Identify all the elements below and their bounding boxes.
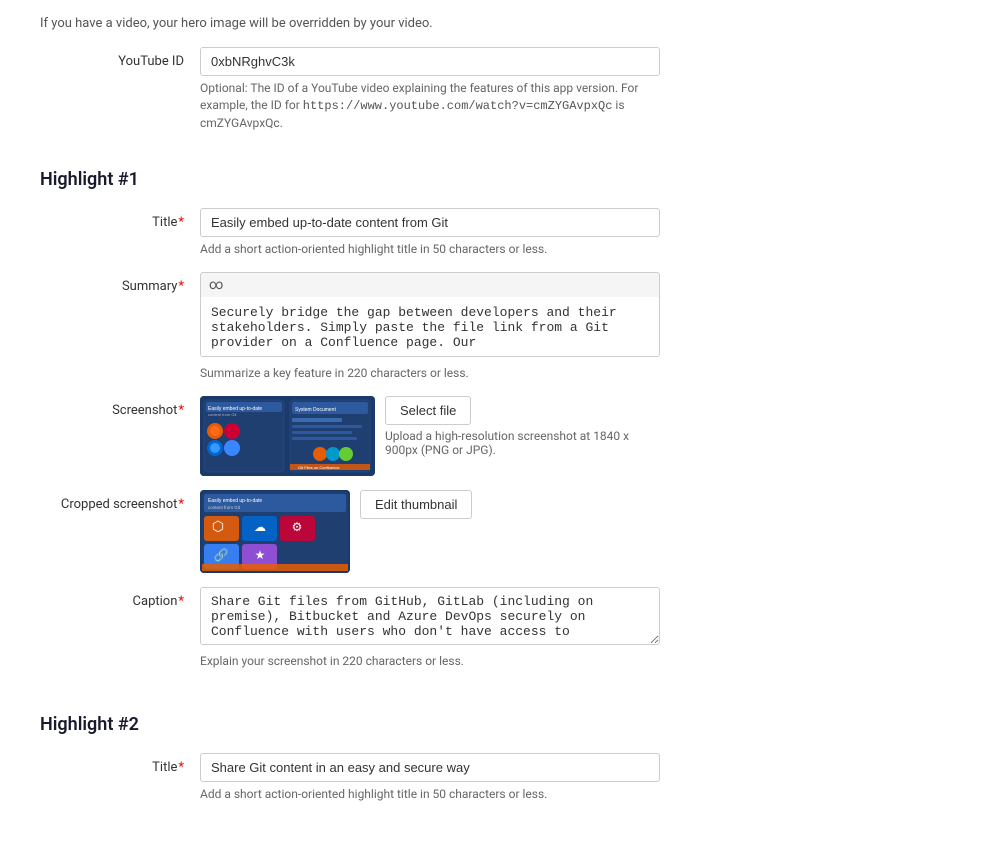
svg-text:⚙: ⚙: [292, 520, 303, 534]
highlight1-summary-label: Summary*: [40, 272, 200, 294]
highlight2-title-label: Title*: [40, 753, 200, 775]
top-notice: If you have a video, your hero image wil…: [40, 16, 959, 31]
highlight1-screenshot-label: Screenshot*: [40, 396, 200, 418]
svg-text:⬡: ⬡: [212, 519, 224, 535]
svg-text:content from Git: content from Git: [208, 505, 241, 510]
highlight1-title-input[interactable]: [200, 208, 660, 237]
screenshot-controls: Select file Upload a high-resolution scr…: [385, 396, 660, 457]
highlight1-cropped-content: Easily embed up-to-date content from Git…: [200, 490, 660, 573]
youtube-id-content: Optional: The ID of a YouTube video expl…: [200, 47, 660, 131]
highlight1-caption-textarea[interactable]: Share Git files from GitHub, GitLab (inc…: [200, 587, 660, 645]
youtube-id-label: YouTube ID: [40, 47, 200, 69]
highlight1-title-label: Title*: [40, 208, 200, 230]
cropped-thumbnail: Easily embed up-to-date content from Git…: [200, 490, 350, 573]
svg-text:System Document: System Document: [295, 407, 336, 413]
cropped-controls: Edit thumbnail: [360, 490, 472, 519]
highlight1-caption-hint: Explain your screenshot in 220 character…: [200, 653, 660, 670]
highlight2-heading: Highlight #2: [40, 714, 959, 735]
highlight2-title-row: Title* Add a short action-oriented highl…: [40, 753, 959, 803]
highlight2-title-hint: Add a short action-oriented highlight ti…: [200, 786, 660, 803]
cropped-area: Easily embed up-to-date content from Git…: [200, 490, 660, 573]
screenshot-thumbnail: Easily embed up-to-date content from Git…: [200, 396, 375, 476]
highlight1-title-content: Add a short action-oriented highlight ti…: [200, 208, 660, 258]
highlight1-summary-row: Summary* ∞ Securely bridge the gap betwe…: [40, 272, 959, 382]
summary-toolbar: ∞: [200, 272, 660, 297]
highlight1-cropped-label: Cropped screenshot*: [40, 490, 200, 512]
youtube-id-hint: Optional: The ID of a YouTube video expl…: [200, 80, 660, 131]
highlight1-summary-content: ∞ Securely bridge the gap between develo…: [200, 272, 660, 382]
select-file-button[interactable]: Select file: [385, 396, 471, 425]
highlight1-title-hint: Add a short action-oriented highlight ti…: [200, 241, 660, 258]
svg-text:★: ★: [255, 548, 266, 562]
highlight2-title-input[interactable]: [200, 753, 660, 782]
edit-thumbnail-button[interactable]: Edit thumbnail: [360, 490, 472, 519]
highlight1-cropped-row: Cropped screenshot* Easily embed up-to-d…: [40, 490, 959, 573]
highlight1-screenshot-content: Easily embed up-to-date content from Git…: [200, 396, 660, 476]
svg-text:Easily embed up-to-date: Easily embed up-to-date: [208, 498, 262, 504]
highlight1-heading: Highlight #1: [40, 169, 959, 190]
link-icon[interactable]: ∞: [209, 277, 223, 293]
highlight1-screenshot-row: Screenshot* Easily embed up-to-date cont…: [40, 396, 959, 476]
highlight1-caption-row: Caption* Share Git files from GitHub, Gi…: [40, 587, 959, 670]
svg-text:☁: ☁: [254, 520, 266, 534]
svg-text:🔗: 🔗: [214, 547, 229, 562]
youtube-id-row: YouTube ID Optional: The ID of a YouTube…: [40, 47, 959, 131]
highlight1-title-row: Title* Add a short action-oriented highl…: [40, 208, 959, 258]
highlight1-caption-content: Share Git files from GitHub, GitLab (inc…: [200, 587, 660, 670]
highlight1-summary-textarea[interactable]: Securely bridge the gap between develope…: [200, 297, 660, 357]
highlight1-summary-hint: Summarize a key feature in 220 character…: [200, 365, 660, 382]
screenshot-area: Easily embed up-to-date content from Git…: [200, 396, 660, 476]
svg-text:content from Git: content from Git: [208, 412, 237, 417]
highlight1-caption-label: Caption*: [40, 587, 200, 609]
svg-text:Git Files on Confluence: Git Files on Confluence: [298, 465, 340, 470]
youtube-id-input[interactable]: [200, 47, 660, 76]
highlight2-title-content: Add a short action-oriented highlight ti…: [200, 753, 660, 803]
upload-hint: Upload a high-resolution screenshot at 1…: [385, 429, 660, 457]
